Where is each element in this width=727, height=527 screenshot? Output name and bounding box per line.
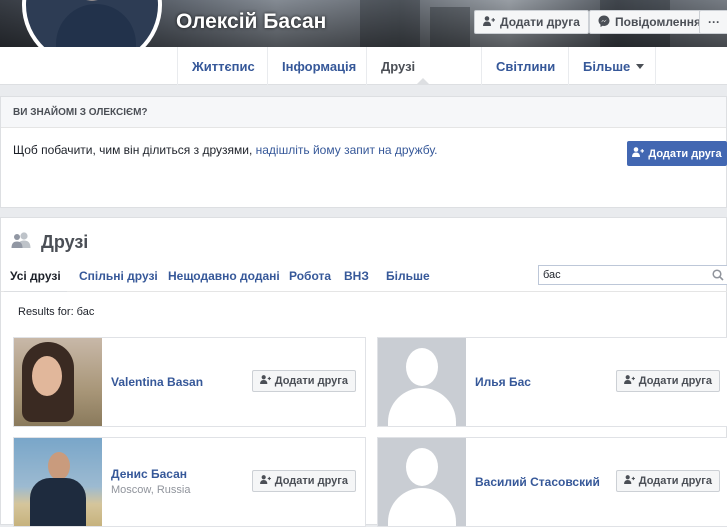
message-label: Повідомлення	[615, 15, 701, 29]
friends-icon	[11, 232, 33, 253]
chevron-down-icon	[636, 63, 645, 69]
more-options-button[interactable]: ···	[699, 10, 727, 34]
results-label: Results for: бас	[18, 306, 95, 318]
nav-about[interactable]: Інформація	[267, 47, 370, 85]
notice-add-friend-button[interactable]: Додати друга	[627, 141, 727, 166]
tab-university[interactable]: ВНЗ	[344, 269, 369, 283]
nav-more[interactable]: Більше	[568, 47, 658, 85]
friend-card: Денис Басан Moscow, Russia Додати друга	[13, 437, 366, 527]
notice-heading: ВИ ЗНАЙОМІ З ОЛЕКСІЄМ?	[1, 97, 726, 128]
default-avatar[interactable]	[378, 438, 466, 526]
friend-request-notice: ВИ ЗНАЙОМІ З ОЛЕКСІЄМ? Щоб побачити, чим…	[0, 96, 727, 208]
card-add-friend-label: Додати друга	[274, 475, 348, 487]
add-friend-icon	[623, 375, 635, 387]
add-friend-icon	[483, 15, 495, 29]
friend-name[interactable]: Денис Басан	[111, 467, 187, 481]
tab-mutual-friends[interactable]: Спільні друзі	[79, 269, 158, 283]
friend-location: Moscow, Russia	[111, 484, 191, 496]
friends-title: Друзі	[41, 232, 89, 252]
search-value: бас	[543, 269, 561, 281]
tab-recently-added[interactable]: Нещодавно додані	[168, 269, 280, 283]
messenger-icon	[598, 15, 610, 30]
card-add-friend-button[interactable]: Додати друга	[615, 370, 720, 392]
add-friend-icon	[623, 475, 635, 487]
profile-nav: Життєпис Інформація Друзі Світлини Більш…	[0, 47, 727, 85]
tab-work[interactable]: Робота	[289, 269, 331, 283]
active-tab-pointer	[416, 78, 430, 85]
friend-photo[interactable]	[14, 438, 102, 526]
friend-name[interactable]: Василий Стасовский	[475, 475, 600, 489]
friend-card: Василий Стасовский Додати друга	[377, 437, 727, 527]
tab-more[interactable]: Більше	[386, 269, 430, 283]
card-add-friend-button[interactable]: Додати друга	[251, 370, 356, 392]
profile-name[interactable]: Олексій Басан	[176, 10, 326, 34]
notice-text: Щоб побачити, чим він ділиться з друзями…	[13, 143, 438, 157]
friend-name[interactable]: Илья Бас	[475, 375, 531, 389]
friends-search-input[interactable]: бас	[538, 265, 727, 285]
search-icon[interactable]	[712, 269, 724, 284]
nav-more-label: Більше	[583, 58, 631, 74]
card-add-friend-label: Додати друга	[274, 375, 348, 387]
add-friend-icon	[259, 375, 271, 387]
card-add-friend-button[interactable]: Додати друга	[615, 470, 720, 492]
friends-section: Друзі Усі друзі Спільні друзі Нещодавно …	[0, 217, 727, 527]
notice-add-friend-label: Додати друга	[648, 147, 722, 160]
friends-heading: Друзі	[11, 232, 88, 253]
message-button[interactable]: Повідомлення	[589, 10, 710, 34]
add-friend-icon	[632, 147, 645, 160]
tab-all-friends[interactable]: Усі друзі	[4, 269, 67, 292]
card-add-friend-button[interactable]: Додати друга	[251, 470, 356, 492]
friend-photo[interactable]	[14, 338, 102, 426]
card-add-friend-label: Додати друга	[638, 475, 712, 487]
more-dots: ···	[708, 15, 720, 29]
friend-card: Илья Бас Додати друга	[377, 337, 727, 427]
notice-body: Щоб побачити, чим він ділиться з друзями…	[13, 143, 256, 157]
nav-photos[interactable]: Світлини	[481, 47, 569, 85]
default-avatar[interactable]	[378, 338, 466, 426]
friend-card: Valentina Basan Додати друга	[13, 337, 366, 427]
nav-timeline[interactable]: Життєпис	[177, 47, 269, 85]
friend-name[interactable]: Valentina Basan	[111, 375, 203, 389]
send-request-link[interactable]: надішліть йому запит на дружбу.	[256, 143, 438, 157]
add-friend-icon	[259, 475, 271, 487]
card-add-friend-label: Додати друга	[638, 375, 712, 387]
add-friend-label: Додати друга	[500, 15, 580, 29]
add-friend-button[interactable]: Додати друга	[474, 10, 589, 34]
